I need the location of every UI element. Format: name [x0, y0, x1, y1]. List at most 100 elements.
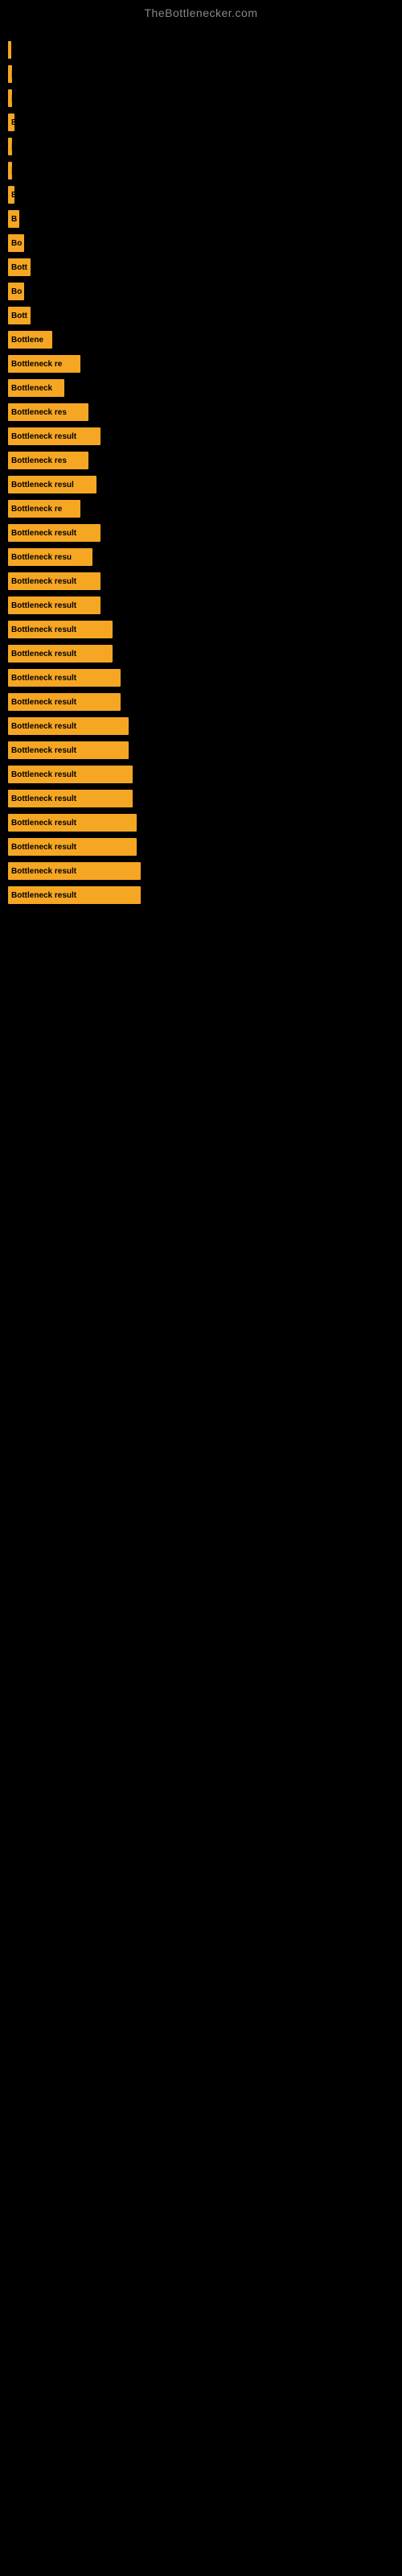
bar-label-28: Bottleneck result: [11, 722, 76, 731]
bar-25: Bottleneck result: [8, 645, 113, 663]
bar-label-6: E: [11, 191, 14, 200]
bar-3: E: [8, 114, 14, 131]
bar-row: |: [8, 39, 394, 61]
bar-row: Bottleneck re: [8, 497, 394, 520]
bar-14: Bottleneck: [8, 379, 64, 397]
bar-row: Bottleneck resu: [8, 546, 394, 568]
bar-label-12: Bottlene: [11, 336, 43, 345]
bar-row: Bottleneck result: [8, 642, 394, 665]
bar-label-2: |: [11, 94, 12, 103]
bar-row: |: [8, 159, 394, 182]
bar-row: Bottleneck result: [8, 522, 394, 544]
bar-row: Bottleneck result: [8, 787, 394, 810]
bar-label-20: Bottleneck result: [11, 529, 76, 538]
bar-17: Bottleneck res: [8, 452, 88, 469]
bar-row: Bottleneck result: [8, 667, 394, 689]
bar-label-11: Bott: [11, 312, 27, 320]
bar-row: Bottleneck result: [8, 618, 394, 641]
bar-label-13: Bottleneck re: [11, 360, 62, 369]
bar-23: Bottleneck result: [8, 597, 100, 614]
bar-19: Bottleneck re: [8, 500, 80, 518]
bar-0: |: [8, 41, 11, 59]
bar-24: Bottleneck result: [8, 621, 113, 638]
bar-row: Bo: [8, 280, 394, 303]
bar-label-10: Bo: [11, 287, 22, 296]
bar-row: Bottleneck result: [8, 739, 394, 762]
bar-label-14: Bottleneck: [11, 384, 52, 393]
bar-label-19: Bottleneck re: [11, 505, 62, 514]
bar-row: |: [8, 135, 394, 158]
bar-row: B: [8, 208, 394, 230]
bar-row: Bottleneck result: [8, 763, 394, 786]
bar-row: |: [8, 63, 394, 85]
bar-row: Bottleneck result: [8, 691, 394, 713]
bar-row: Bottleneck result: [8, 570, 394, 592]
bar-label-24: Bottleneck result: [11, 625, 76, 634]
bar-label-3: E: [11, 118, 14, 127]
bar-label-32: Bottleneck result: [11, 819, 76, 828]
bar-7: B: [8, 210, 19, 228]
bar-label-4: |: [11, 142, 12, 151]
bar-27: Bottleneck result: [8, 693, 121, 711]
bar-label-33: Bottleneck result: [11, 843, 76, 852]
bar-15: Bottleneck res: [8, 403, 88, 421]
bar-5: |: [8, 162, 12, 180]
bar-row: Bottleneck: [8, 377, 394, 399]
bar-34: Bottleneck result: [8, 862, 141, 880]
bar-4: |: [8, 138, 12, 155]
bar-33: Bottleneck result: [8, 838, 137, 856]
site-title: TheBottlenecker.com: [0, 0, 402, 23]
bar-row: Bo: [8, 232, 394, 254]
bar-29: Bottleneck result: [8, 741, 129, 759]
bar-label-22: Bottleneck result: [11, 577, 76, 586]
bar-22: Bottleneck result: [8, 572, 100, 590]
bar-2: |: [8, 89, 12, 107]
bar-row: Bottleneck result: [8, 836, 394, 858]
bar-1: |: [8, 65, 12, 83]
bar-row: E: [8, 184, 394, 206]
bar-row: Bottleneck result: [8, 594, 394, 617]
bar-label-16: Bottleneck result: [11, 432, 76, 441]
bar-32: Bottleneck result: [8, 814, 137, 832]
bar-11: Bott: [8, 307, 31, 324]
bar-row: Bottleneck result: [8, 811, 394, 834]
bar-16: Bottleneck result: [8, 427, 100, 445]
bars-container: | | | E | | E B Bo Bott Bo Bott Bottlene Bottleneck r…: [0, 23, 402, 916]
bar-label-8: Bo: [11, 239, 22, 248]
bar-row: Bottleneck result: [8, 715, 394, 737]
bar-20: Bottleneck result: [8, 524, 100, 542]
bar-30: Bottleneck result: [8, 766, 133, 783]
bar-row: E: [8, 111, 394, 134]
bar-21: Bottleneck resu: [8, 548, 92, 566]
bar-label-9: Bott: [11, 263, 27, 272]
bar-13: Bottleneck re: [8, 355, 80, 373]
bar-row: Bottleneck result: [8, 860, 394, 882]
bar-row: Bottleneck result: [8, 884, 394, 906]
bar-row: Bottleneck res: [8, 401, 394, 423]
bar-label-5: |: [11, 167, 12, 175]
bar-label-29: Bottleneck result: [11, 746, 76, 755]
bar-label-17: Bottleneck res: [11, 456, 67, 465]
bar-label-27: Bottleneck result: [11, 698, 76, 707]
bar-row: Bottleneck re: [8, 353, 394, 375]
bar-10: Bo: [8, 283, 24, 300]
bar-label-18: Bottleneck resul: [11, 481, 74, 489]
bar-row: Bott: [8, 256, 394, 279]
bar-row: Bottleneck resul: [8, 473, 394, 496]
bar-row: Bottleneck res: [8, 449, 394, 472]
bar-28: Bottleneck result: [8, 717, 129, 735]
bar-label-1: |: [11, 70, 12, 79]
bar-18: Bottleneck resul: [8, 476, 96, 493]
bar-row: |: [8, 87, 394, 109]
bar-label-21: Bottleneck resu: [11, 553, 72, 562]
bar-6: E: [8, 186, 14, 204]
bar-8: Bo: [8, 234, 24, 252]
bar-35: Bottleneck result: [8, 886, 141, 904]
bar-label-15: Bottleneck res: [11, 408, 67, 417]
bar-label-30: Bottleneck result: [11, 770, 76, 779]
bar-label-34: Bottleneck result: [11, 867, 76, 876]
bar-label-31: Bottleneck result: [11, 795, 76, 803]
bar-label-23: Bottleneck result: [11, 601, 76, 610]
bar-label-26: Bottleneck result: [11, 674, 76, 683]
bar-label-25: Bottleneck result: [11, 650, 76, 658]
